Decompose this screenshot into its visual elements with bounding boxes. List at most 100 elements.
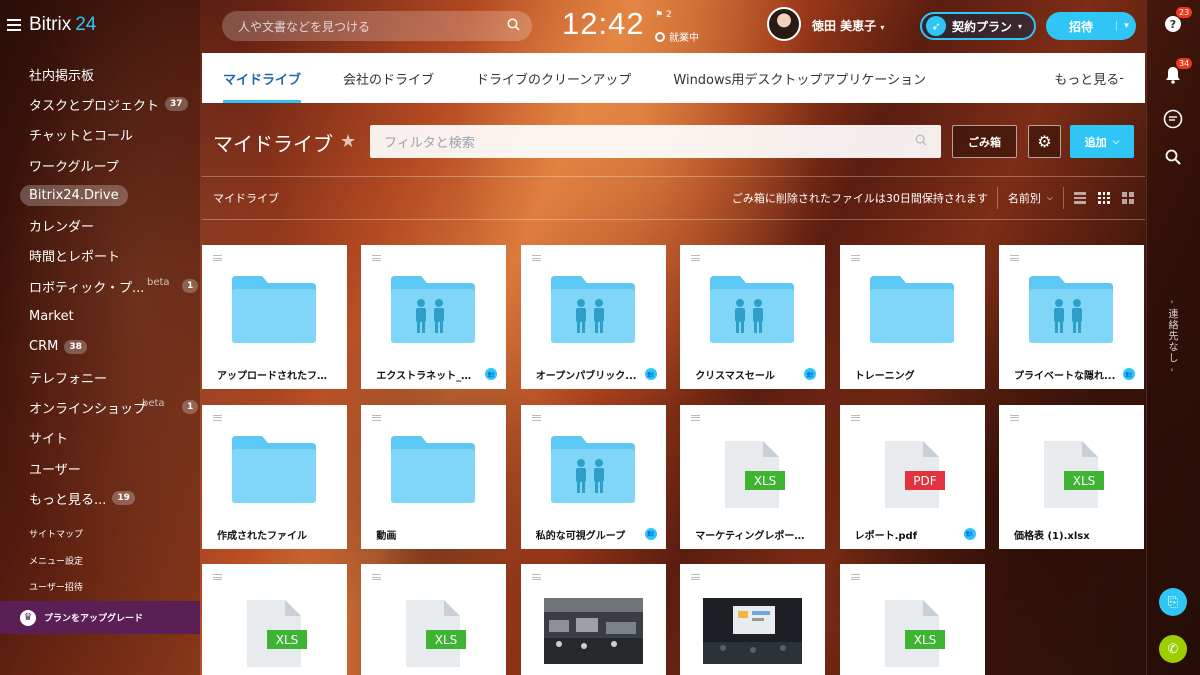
list-view-icon[interactable] — [1074, 192, 1086, 204]
sidebar-item[interactable]: タスクとプロジェクト 37 — [0, 89, 200, 119]
sidebar-item[interactable]: チャットとコール — [0, 120, 200, 150]
file-name[interactable]: 作成されたファイル — [217, 527, 335, 542]
tab[interactable]: 会社のドライブ — [322, 53, 455, 103]
help-icon[interactable]: ? 23 — [1161, 7, 1193, 36]
avatar[interactable] — [767, 7, 801, 41]
file-name[interactable]: トレーニング — [855, 367, 973, 382]
file-card[interactable]: XLS マーケティングレポート... — [680, 404, 826, 549]
drag-handle-icon[interactable] — [372, 574, 382, 580]
file-name[interactable]: オープンパブリック... — [536, 367, 638, 382]
drag-handle-icon[interactable] — [531, 255, 541, 261]
drag-handle-icon[interactable] — [691, 574, 701, 580]
open-lines-icon[interactable]: ⎘ — [1159, 588, 1187, 616]
folder-card[interactable]: プライベートな隠れ... 👥 — [999, 245, 1144, 389]
drag-handle-icon[interactable] — [531, 414, 541, 421]
sidebar-item[interactable]: ワークグループ — [0, 150, 200, 180]
sidebar-item[interactable]: オンラインショップ beta 1 — [0, 392, 200, 422]
drag-handle-icon[interactable] — [213, 255, 222, 261]
drag-handle-icon[interactable] — [531, 574, 541, 580]
sidebar-item[interactable]: カレンダー — [0, 210, 200, 240]
drag-handle-icon[interactable] — [213, 574, 222, 580]
file-card[interactable]: PDF レポート.pdf 👥 — [839, 404, 985, 549]
breadcrumb[interactable]: マイドライブ — [213, 190, 279, 206]
add-button[interactable]: 追加 ⌵ — [1070, 125, 1134, 158]
file-card[interactable]: XLS — [361, 564, 507, 675]
filter-search-input[interactable]: フィルタと検索 — [370, 125, 941, 158]
folder-card[interactable]: クリスマスセール 👥 — [680, 245, 826, 389]
file-card[interactable] — [520, 564, 666, 675]
grid-view-icon[interactable] — [1098, 192, 1110, 204]
file-name[interactable]: 価格表 (1).xlsx — [1014, 527, 1132, 542]
file-name[interactable]: マーケティングレポート... — [695, 527, 813, 542]
chat-icon[interactable] — [1161, 107, 1185, 131]
file-card[interactable]: XLS — [839, 564, 985, 675]
upgrade-plan-button[interactable]: ♛ プランをアップグレード — [0, 601, 200, 634]
sidebar-item[interactable]: ロボティック・プ... beta 1 — [0, 271, 200, 301]
phone-icon[interactable]: ✆ — [1159, 635, 1187, 663]
file-name[interactable]: クリスマスセール — [695, 367, 797, 382]
sort-dropdown[interactable]: 名前別 ⌵ — [996, 187, 1063, 209]
sidebar-item[interactable]: サイト — [0, 423, 200, 453]
drag-handle-icon[interactable] — [850, 574, 860, 580]
tab-label: Windows用デスクトップアプリケーション — [673, 72, 927, 88]
file-card[interactable]: XLS 価格表 (1).xlsx — [999, 404, 1144, 549]
flag-counter[interactable]: ⚑ 2 — [655, 10, 672, 20]
file-name[interactable]: アップロードされたファ... — [217, 367, 335, 382]
plan-button[interactable]: ➶ 契約プラン ▾ — [920, 12, 1036, 40]
trash-button[interactable]: ごみ箱 — [952, 125, 1017, 158]
sidebar-small-link[interactable]: サイトマップ — [29, 527, 83, 554]
sidebar-item[interactable]: 時間とレポート — [0, 241, 200, 271]
search-icon — [507, 18, 520, 34]
file-name[interactable]: プライベートな隠れ... — [1014, 367, 1116, 382]
folder-card[interactable]: アップロードされたファ... — [202, 245, 347, 389]
pdf-file-icon: PDF — [884, 440, 945, 508]
folder-card[interactable]: オープンパブリック... 👥 — [520, 245, 666, 389]
folder-card[interactable]: 動画 — [361, 404, 507, 549]
drag-handle-icon[interactable] — [372, 414, 382, 421]
sidebar-item[interactable]: 社内掲示板 — [0, 59, 200, 89]
sidebar-item[interactable]: ユーザー — [0, 453, 200, 483]
drag-handle-icon[interactable] — [213, 414, 222, 421]
search-icon[interactable] — [1161, 145, 1185, 169]
file-card[interactable]: XLS — [202, 564, 347, 675]
folder-card[interactable]: トレーニング — [839, 245, 985, 389]
menu-burger-icon[interactable] — [7, 19, 21, 31]
sidebar-item[interactable]: テレフォニー — [0, 362, 200, 392]
sidebar-item[interactable]: Bitrix24.Drive — [0, 180, 200, 210]
file-card[interactable] — [680, 564, 826, 675]
folder-card[interactable]: 作成されたファイル — [202, 404, 347, 549]
tab[interactable]: ドライブのクリーンアップ — [455, 53, 652, 103]
tab[interactable]: Windows用デスクトップアプリケーション — [652, 53, 947, 103]
sidebar-item[interactable]: Market — [0, 301, 200, 331]
folder-card[interactable]: 私的な可視グループ 👥 — [520, 404, 666, 549]
chevron-down-icon[interactable]: ▾ — [1116, 21, 1136, 31]
sidebar-small-link[interactable]: メニュー設定 — [29, 554, 83, 581]
sidebar-item[interactable]: もっと見る... 19 — [0, 483, 200, 513]
folder-card[interactable]: エクストラネット_外... 👥 — [361, 245, 507, 389]
file-name[interactable]: 私的な可視グループ — [536, 527, 638, 542]
drag-handle-icon[interactable] — [1010, 414, 1019, 421]
star-icon[interactable]: ★ — [340, 131, 356, 152]
tab[interactable]: もっと見る - — [1033, 53, 1145, 103]
drag-handle-icon[interactable] — [1010, 255, 1019, 261]
bitrix-logo[interactable]: Bitrix 24 — [29, 14, 96, 36]
tile-view-icon[interactable] — [1122, 192, 1134, 204]
file-name[interactable]: 動画 — [376, 527, 494, 542]
bell-icon[interactable]: 34 — [1161, 58, 1193, 87]
work-status[interactable]: 就業中 — [655, 29, 699, 44]
svg-text:XLS: XLS — [754, 474, 777, 488]
sidebar-item[interactable]: CRM 38 — [0, 332, 200, 362]
global-search-input[interactable]: 人や文書などを見つける — [222, 11, 532, 41]
tab[interactable]: マイドライブ — [202, 53, 322, 103]
drag-handle-icon[interactable] — [850, 255, 860, 261]
settings-button[interactable]: ⚙ — [1028, 125, 1061, 158]
file-name[interactable]: レポート.pdf — [855, 527, 957, 542]
drag-handle-icon[interactable] — [372, 255, 382, 261]
invite-button[interactable]: 招待 ▾ — [1046, 12, 1136, 40]
drag-handle-icon[interactable] — [850, 414, 860, 421]
work-clock[interactable]: 12:42 — [562, 6, 645, 42]
drag-handle-icon[interactable] — [691, 255, 701, 261]
file-name[interactable]: エクストラネット_外... — [376, 367, 478, 382]
drag-handle-icon[interactable] — [691, 414, 701, 421]
user-menu[interactable]: 徳田 美恵子 ▾ — [812, 17, 884, 34]
